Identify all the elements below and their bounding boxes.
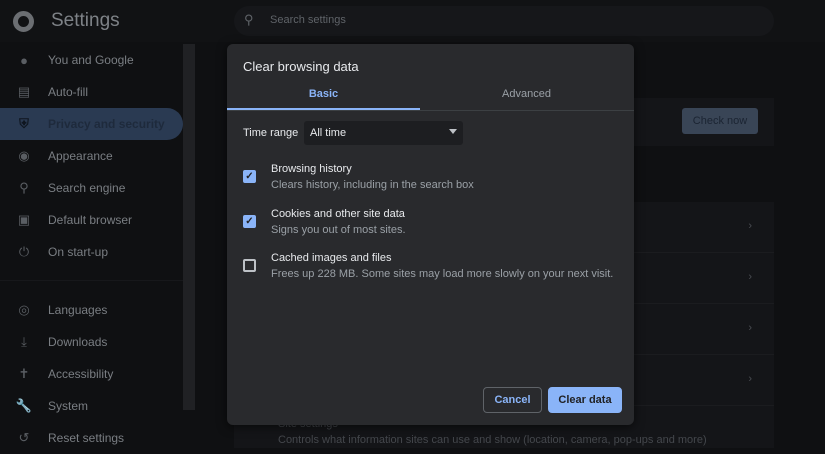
wrench-icon: 🔧 (15, 398, 33, 413)
sidebar-item-label: Search engine (48, 181, 126, 195)
sidebar-item-auto-fill[interactable]: ▤ Auto-fill (0, 76, 183, 108)
time-range-label: Time range (243, 127, 299, 139)
dropdown-arrow-icon (449, 129, 457, 134)
chevron-right-icon: › (748, 322, 752, 334)
sidebar-item-label: Default browser (48, 213, 133, 227)
clear-browsing-data-dialog: Clear browsing data Basic Advanced Time … (227, 44, 634, 425)
scrollbar[interactable] (183, 44, 195, 410)
check-now-button[interactable]: Check now (682, 108, 758, 134)
download-icon: ⤓ (21, 334, 27, 349)
sidebar-item-downloads[interactable]: ⤓ Downloads (0, 326, 183, 358)
tab-advanced[interactable]: Advanced (430, 88, 623, 110)
sidebar-item-default-browser[interactable]: ▣ Default browser (0, 204, 183, 236)
clear-data-button[interactable]: Clear data (548, 387, 622, 413)
person-icon: ● (20, 52, 28, 68)
history-icon: ↺ (18, 430, 30, 445)
sidebar-item-label: Appearance (48, 149, 113, 163)
shield-icon: ⛨ (19, 116, 29, 131)
sidebar-item-reset-settings[interactable]: ↺ Reset settings (0, 422, 183, 454)
sidebar-item-label: Downloads (48, 335, 108, 349)
sidebar-item-label: Reset settings (48, 431, 125, 445)
sidebar-item-system[interactable]: 🔧 System (0, 390, 183, 422)
sidebar-item-languages[interactable]: ◎ Languages (0, 294, 183, 326)
option-desc: Frees up 228 MB. Some sites may load mor… (271, 268, 614, 280)
divider (0, 268, 183, 281)
sidebar: ● You and Google ▤ Auto-fill ⛨ Privacy and … (0, 44, 183, 454)
sidebar-item-label: Languages (48, 303, 108, 317)
chevron-right-icon: › (748, 271, 752, 283)
sidebar-item-accessibility[interactable]: ✝ Accessibility (0, 358, 183, 390)
option-title: Cached images and files (271, 252, 392, 264)
power-icon: ⏻ (18, 244, 30, 259)
sidebar-item-you-and-google[interactable]: ● You and Google (0, 44, 183, 76)
globe-icon: ◎ (18, 302, 30, 317)
sidebar-item-label: On start-up (48, 245, 109, 259)
browsing-history-checkbox[interactable]: ✓ (243, 170, 256, 183)
chevron-right-icon: › (748, 373, 752, 385)
search-icon: ⚲ (19, 180, 29, 195)
clipboard-icon: ▤ (17, 84, 31, 99)
dialog-title: Clear browsing data (243, 59, 359, 74)
sidebar-item-label: Privacy and security (48, 117, 165, 131)
cancel-button[interactable]: Cancel (483, 387, 542, 413)
sidebar-item-label: System (48, 399, 89, 413)
sidebar-item-label: Accessibility (48, 367, 114, 381)
option-title: Cookies and other site data (271, 208, 405, 220)
sidebar-item-on-start-up[interactable]: ⏻ On start-up (0, 236, 183, 268)
search-input[interactable]: ⚲ Search settings (234, 6, 774, 36)
cookies-checkbox[interactable]: ✓ (243, 215, 256, 228)
search-placeholder: Search settings (270, 14, 346, 26)
palette-icon: ◉ (18, 148, 30, 163)
tab-basic[interactable]: Basic (227, 88, 420, 110)
option-title: Browsing history (271, 163, 352, 175)
divider (227, 110, 634, 111)
cached-images-checkbox[interactable] (243, 259, 256, 272)
option-desc: Signs you out of most sites. (271, 224, 406, 236)
sidebar-item-privacy-and-security[interactable]: ⛨ Privacy and security (0, 108, 183, 140)
sidebar-item-appearance[interactable]: ◉ Appearance (0, 140, 183, 172)
page-title: Settings (51, 10, 120, 31)
sidebar-item-search-engine[interactable]: ⚲ Search engine (0, 172, 183, 204)
site-settings-desc: Controls what information sites can use … (278, 434, 707, 446)
sidebar-item-label: You and Google (48, 53, 134, 67)
option-desc: Clears history, including in the search … (271, 179, 474, 191)
time-range-select[interactable]: All time (304, 121, 463, 145)
accessibility-icon: ✝ (18, 366, 30, 381)
browser-icon: ▣ (17, 212, 31, 227)
chevron-right-icon: › (748, 220, 752, 232)
search-icon: ⚲ (244, 12, 254, 27)
sidebar-item-label: Auto-fill (48, 85, 89, 99)
header: Settings ⚲ Search settings (0, 0, 825, 42)
chrome-logo-icon (13, 11, 34, 32)
time-range-value: All time (310, 127, 347, 139)
